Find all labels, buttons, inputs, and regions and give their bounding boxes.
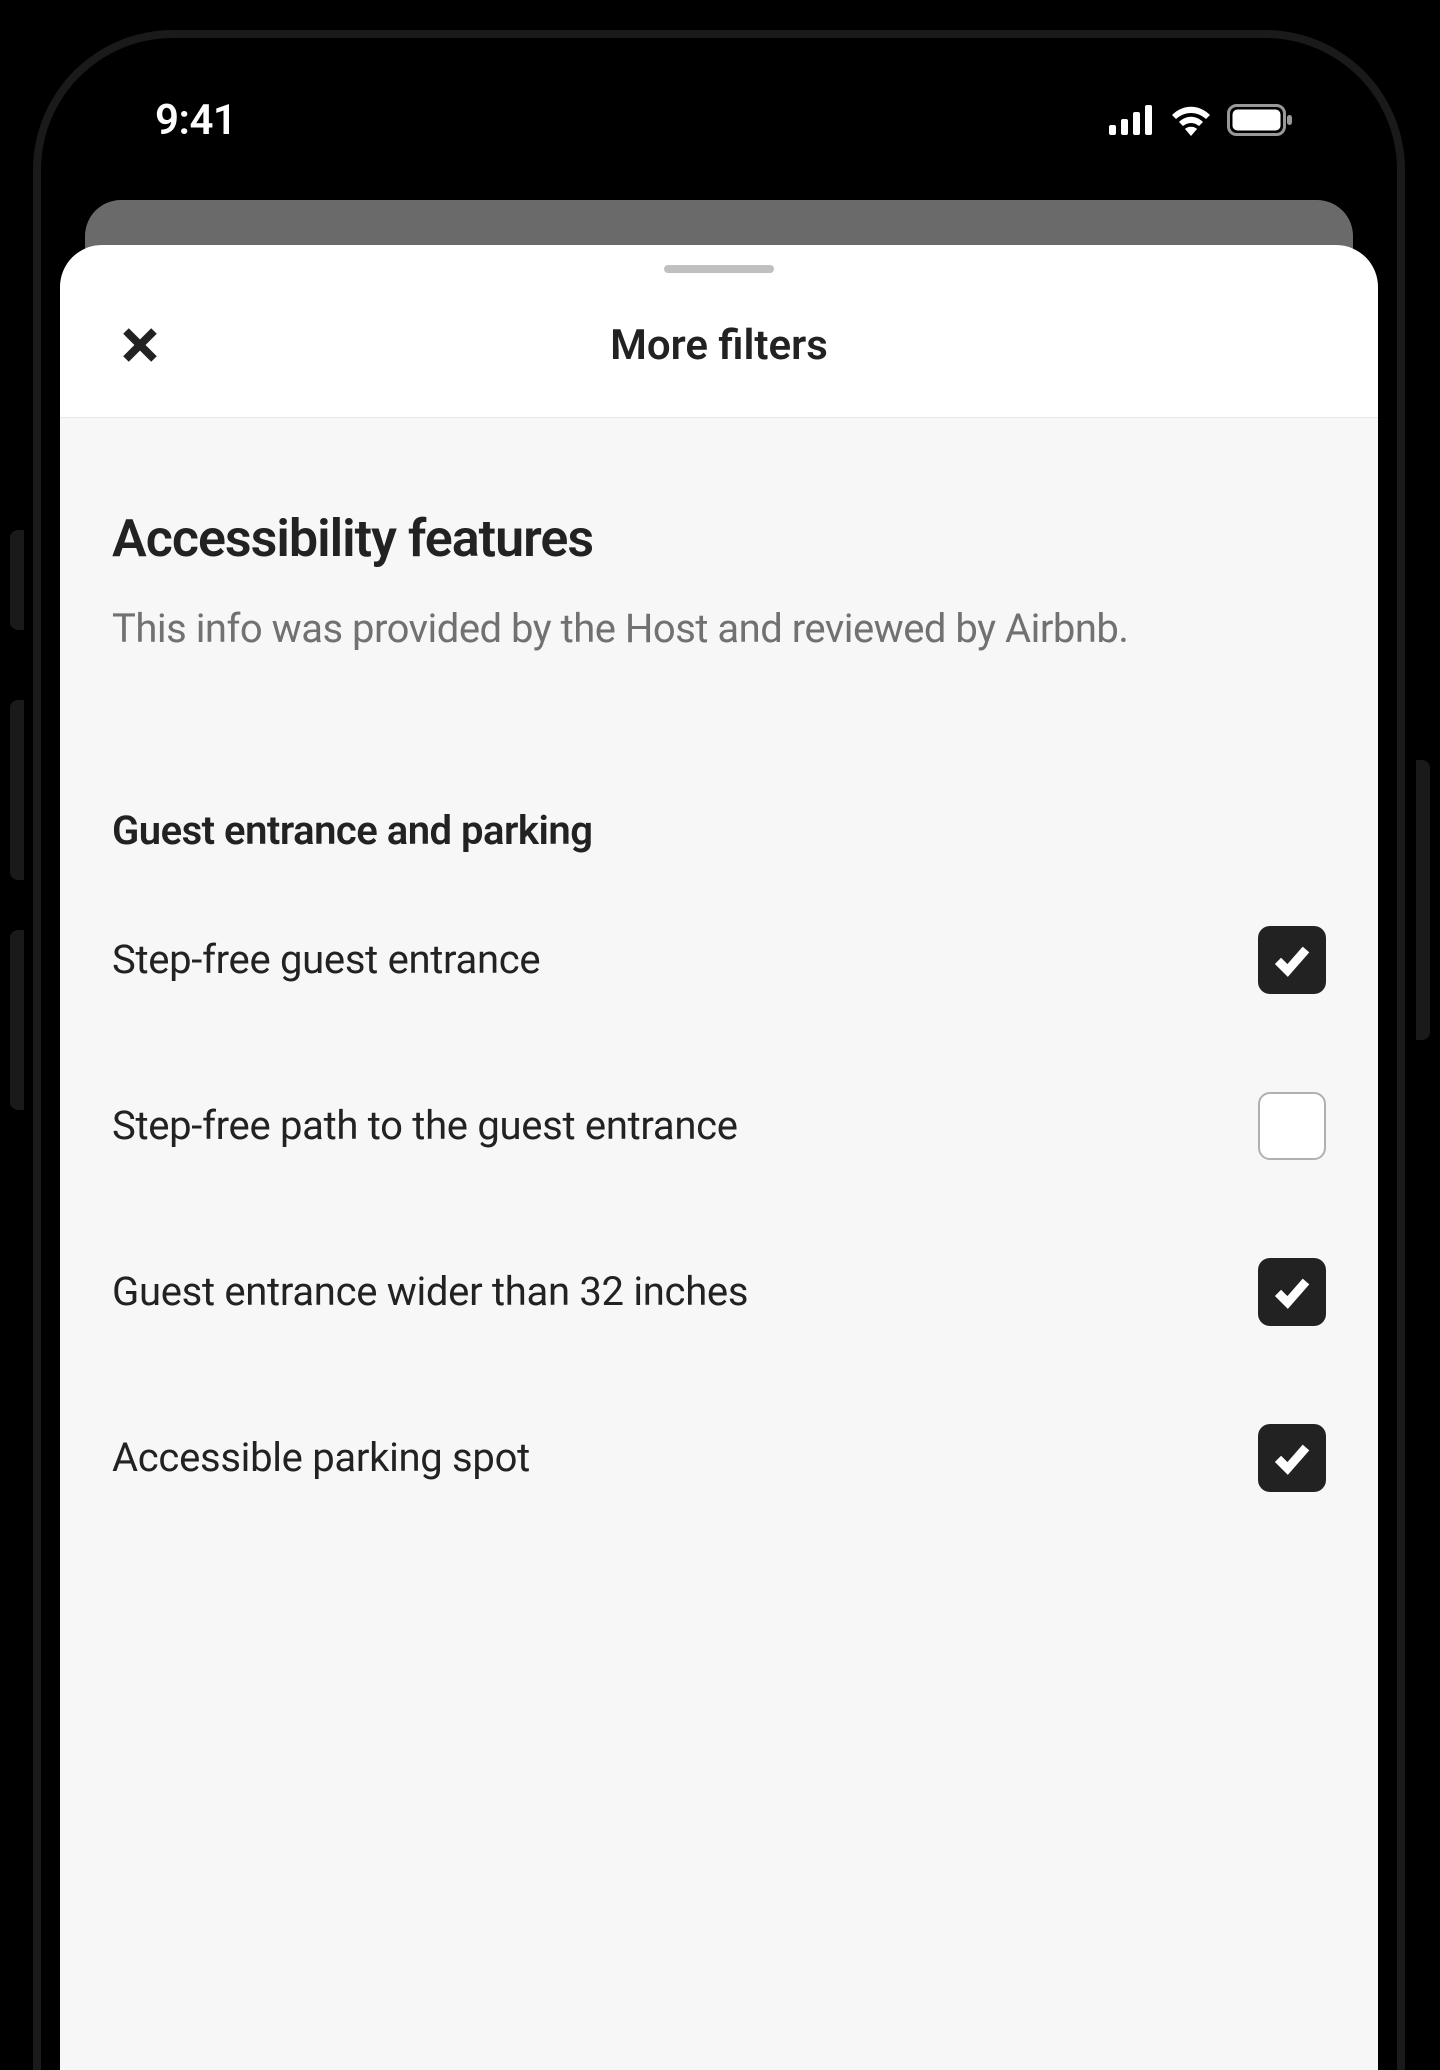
check-icon [1271,1271,1313,1313]
sheet-grabber[interactable] [664,265,774,273]
status-icons [1109,104,1293,136]
filter-label: Accessible parking spot [112,1430,1188,1487]
filter-group-title: Guest entrance and parking [112,807,1326,854]
filter-label: Guest entrance wider than 32 inches [112,1264,1188,1321]
modal-body[interactable]: Accessibility features This info was pro… [60,418,1378,2070]
filter-row[interactable]: Guest entrance wider than 32 inches [112,1258,1326,1326]
section-subtitle: This info was provided by the Host and r… [112,601,1326,657]
check-icon [1271,939,1313,981]
close-button[interactable] [112,317,168,373]
filter-label: Step-free path to the guest entrance [112,1098,1188,1155]
filter-row[interactable]: Step-free path to the guest entrance [112,1092,1326,1160]
modal-header: More filters [60,273,1378,418]
wifi-icon [1169,104,1213,136]
phone-side-button [1416,760,1430,1040]
modal-title: More filters [60,321,1378,370]
filter-checkbox[interactable] [1258,1424,1326,1492]
filter-row[interactable]: Accessible parking spot [112,1424,1326,1492]
filters-modal: More filters Accessibility features This… [60,245,1378,2070]
cellular-signal-icon [1109,105,1155,135]
filter-label: Step-free guest entrance [112,932,1188,989]
filter-checkbox[interactable] [1258,1258,1326,1326]
phone-side-button [10,930,24,1110]
phone-side-button [10,530,24,630]
filters-container: Step-free guest entrance Step-free path t… [112,926,1326,1492]
phone-side-button [10,700,24,880]
filter-row[interactable]: Step-free guest entrance [112,926,1326,994]
filter-checkbox[interactable] [1258,1092,1326,1160]
battery-icon [1227,104,1293,136]
status-time: 9:41 [155,96,236,145]
section-title: Accessibility features [112,508,1326,569]
status-bar: 9:41 [60,55,1378,185]
check-icon [1271,1437,1313,1479]
phone-frame: 9:41 [0,0,1440,2070]
close-icon [119,324,161,366]
filter-checkbox[interactable] [1258,926,1326,994]
phone-screen: 9:41 [60,55,1378,2070]
